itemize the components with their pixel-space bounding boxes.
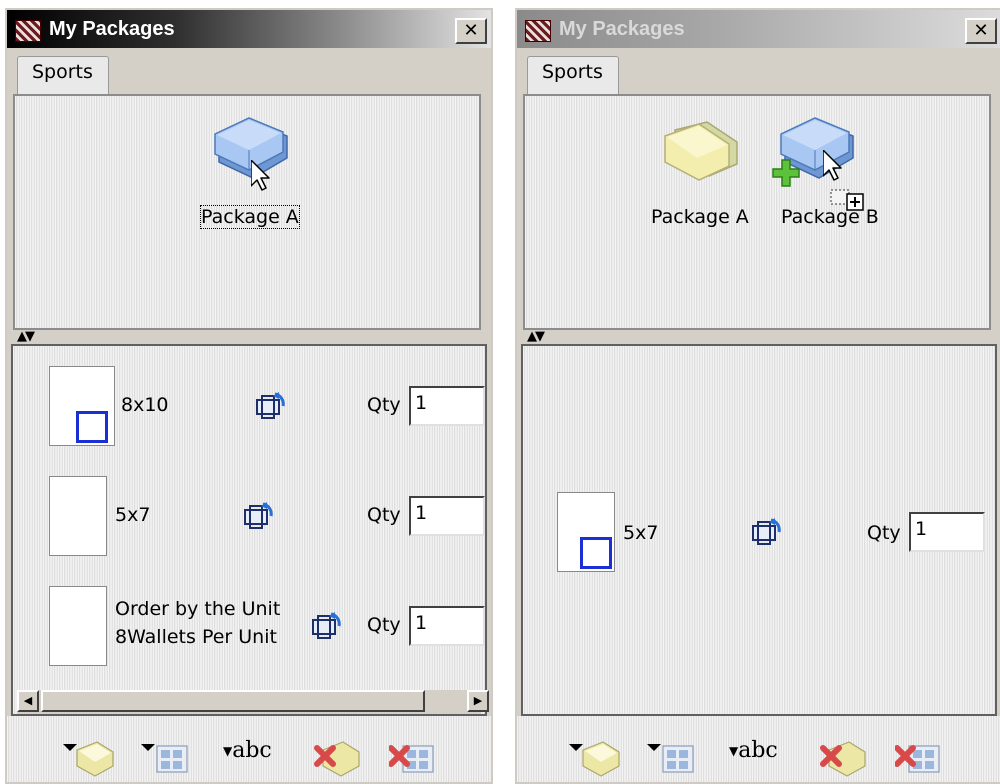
tab-sports[interactable]: Sports bbox=[17, 56, 109, 96]
tab-sports[interactable]: Sports bbox=[527, 56, 619, 96]
horizontal-scrollbar[interactable]: ◀ ▶ bbox=[17, 690, 489, 714]
splitter[interactable]: ▲▼ bbox=[517, 329, 1000, 344]
app-icon bbox=[15, 20, 41, 42]
item-label: 5x7 bbox=[115, 504, 151, 526]
qty-label: Qty bbox=[367, 504, 401, 526]
item-label-line-2: 8Wallets Per Unit bbox=[115, 626, 277, 648]
delete-package-icon[interactable] bbox=[819, 736, 871, 780]
scroll-left-button[interactable]: ◀ bbox=[17, 690, 39, 712]
qty-label: Qty bbox=[867, 522, 901, 544]
toolbar: ▼abc bbox=[517, 716, 1000, 782]
app-icon bbox=[525, 20, 551, 42]
item-thumbnail[interactable] bbox=[49, 366, 115, 446]
delete-package-icon[interactable] bbox=[313, 736, 365, 780]
package-stack-icon bbox=[664, 121, 738, 181]
package-b-label[interactable]: Package B bbox=[781, 206, 879, 228]
scroll-right-button[interactable]: ▶ bbox=[467, 690, 489, 712]
close-button[interactable]: ✕ bbox=[965, 18, 997, 44]
item-label: 8x10 bbox=[121, 394, 169, 416]
my-packages-window-left: My Packages ✕ Sports Package A ▲▼ 8x10 Q… bbox=[5, 8, 493, 784]
item-label: 5x7 bbox=[623, 522, 659, 544]
packages-area: Package A bbox=[13, 94, 481, 330]
rename-text: abc bbox=[738, 738, 778, 763]
add-item-icon[interactable] bbox=[647, 736, 699, 780]
qty-label: Qty bbox=[367, 614, 401, 636]
close-button[interactable]: ✕ bbox=[455, 18, 487, 44]
rotate-icon[interactable] bbox=[241, 502, 273, 530]
selection-box bbox=[76, 411, 108, 443]
cursor-icon bbox=[251, 160, 270, 191]
item-thumbnail[interactable] bbox=[557, 492, 615, 572]
package-a-item[interactable] bbox=[205, 114, 305, 198]
package-a-label[interactable]: Package A bbox=[651, 206, 749, 228]
add-package-icon[interactable] bbox=[569, 736, 625, 780]
scroll-thumb[interactable] bbox=[41, 690, 425, 712]
qty-input[interactable]: 1 bbox=[409, 386, 485, 426]
package-b-item[interactable] bbox=[771, 114, 871, 211]
dropdown-arrow-icon: ▼ bbox=[223, 744, 233, 758]
qty-label: Qty bbox=[367, 394, 401, 416]
window-title: My Packages bbox=[49, 18, 175, 40]
package-items-area: 5x7 Qty 1 bbox=[521, 344, 997, 716]
rotate-icon[interactable] bbox=[253, 392, 285, 420]
packages-area: Package A Package B bbox=[523, 94, 991, 330]
rotate-icon[interactable] bbox=[309, 612, 341, 640]
window-title: My Packages bbox=[559, 18, 685, 40]
rename-button[interactable]: ▼abc bbox=[223, 738, 272, 763]
add-plus-icon bbox=[772, 159, 800, 187]
item-label-line-1: Order by the Unit bbox=[115, 598, 281, 620]
qty-input[interactable]: 1 bbox=[409, 496, 485, 536]
rename-button[interactable]: ▼abc bbox=[729, 738, 778, 763]
add-package-icon[interactable] bbox=[63, 736, 119, 780]
my-packages-window-right: My Packages ✕ Sports Package A Package B… bbox=[515, 8, 1000, 784]
package-a-item[interactable] bbox=[651, 114, 751, 198]
splitter-arrows-icon[interactable]: ▲▼ bbox=[17, 329, 35, 344]
delete-item-icon[interactable] bbox=[895, 736, 947, 780]
cursor-icon bbox=[823, 150, 842, 181]
item-thumbnail[interactable] bbox=[49, 476, 107, 556]
qty-input[interactable]: 1 bbox=[909, 512, 985, 552]
delete-item-icon[interactable] bbox=[389, 736, 441, 780]
rename-text: abc bbox=[232, 738, 272, 763]
selection-box bbox=[580, 537, 612, 569]
dropdown-arrow-icon: ▼ bbox=[729, 744, 739, 758]
splitter[interactable]: ▲▼ bbox=[7, 329, 491, 344]
package-items-area: 8x10 Qty 1 5x7 Qty 1 Order by the Unit 8… bbox=[11, 344, 487, 716]
add-item-icon[interactable] bbox=[141, 736, 193, 780]
package-a-label[interactable]: Package A bbox=[200, 205, 300, 229]
rotate-icon[interactable] bbox=[749, 518, 781, 546]
splitter-arrows-icon[interactable]: ▲▼ bbox=[527, 329, 545, 344]
item-thumbnail[interactable] bbox=[49, 586, 107, 666]
toolbar: ▼abc bbox=[7, 716, 491, 782]
title-bar[interactable]: My Packages ✕ bbox=[7, 10, 491, 48]
title-bar[interactable]: My Packages ✕ bbox=[517, 10, 1000, 48]
qty-input[interactable]: 1 bbox=[409, 606, 485, 646]
